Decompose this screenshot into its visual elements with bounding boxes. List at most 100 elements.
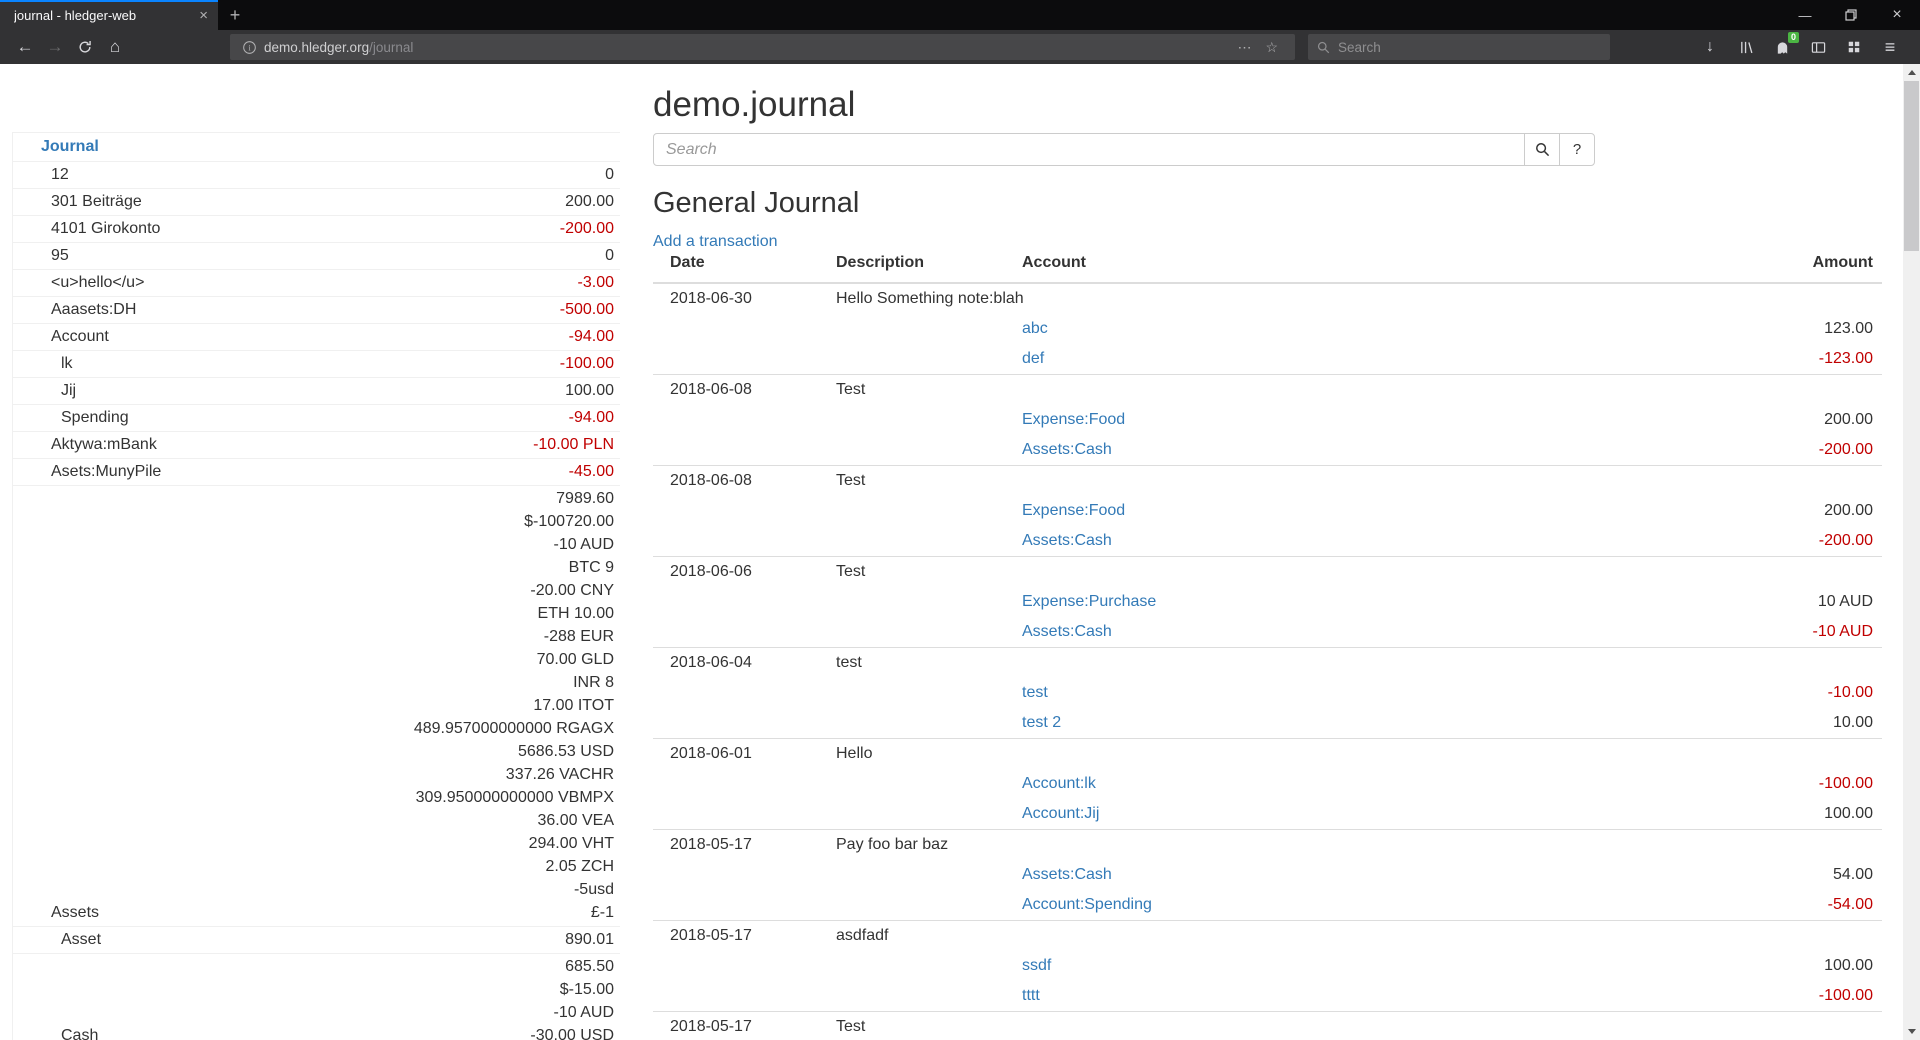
account-link[interactable]: Spending — [13, 407, 129, 429]
site-info-icon[interactable]: i — [240, 38, 258, 56]
transaction-date: 2018-06-06 — [670, 557, 836, 587]
posting-amount: 123.00 — [1824, 314, 1873, 344]
url-path: /journal — [369, 40, 413, 55]
transaction-row: 2018-06-06 Test Expense:Purchase 10 AUD … — [653, 556, 1882, 647]
main-content: demo.journal ? General Journal Add a tra… — [653, 64, 1882, 1040]
balance-amount: -10.00 PLN — [157, 433, 614, 456]
posting-amount: 100.00 — [1824, 799, 1873, 829]
posting-row: def -123.00 — [1022, 344, 1873, 374]
url-bar[interactable]: i demo.hledger.org/journal ⋯ ☆ — [230, 34, 1295, 60]
minimize-button[interactable]: — — [1782, 0, 1828, 30]
posting-account-link[interactable]: test — [1022, 678, 1828, 708]
maximize-button[interactable] — [1828, 0, 1874, 30]
posting-list: Expense:Purchase 10 AUD Assets:Cash -10 … — [670, 587, 1873, 647]
back-button[interactable]: ← — [10, 33, 40, 61]
sidebars-icon[interactable] — [1806, 35, 1830, 59]
account-link[interactable]: Asset — [13, 929, 101, 951]
tab-close-icon[interactable]: × — [199, 7, 208, 24]
account-balance-cell: 890.01 — [101, 928, 614, 951]
balance-amount: -94.00 — [109, 325, 614, 348]
scrollbar-thumb[interactable] — [1904, 81, 1919, 251]
browser-tab[interactable]: journal - hledger-web × — [0, 0, 218, 30]
account-link[interactable]: Aaasets:DH — [13, 299, 136, 321]
account-row: Jij 100.00 — [13, 378, 620, 405]
account-link[interactable]: Account — [13, 326, 109, 348]
posting-row: ssdf 100.00 — [1022, 951, 1873, 981]
search-input[interactable] — [653, 133, 1525, 166]
balance-amount: 2.05 ZCH — [99, 855, 614, 878]
apps-grid-icon[interactable] — [1842, 35, 1866, 59]
account-link[interactable]: Asets:MunyPile — [13, 461, 161, 483]
search-help-button[interactable]: ? — [1559, 133, 1595, 166]
new-tab-button[interactable]: + — [218, 0, 252, 30]
ghostery-extension-icon[interactable]: 0 — [1770, 35, 1794, 59]
account-link[interactable]: <u>hello</u> — [13, 272, 144, 294]
account-link[interactable]: Assets — [13, 902, 99, 924]
balance-amount: 0 — [69, 244, 614, 267]
account-link[interactable]: Cash — [13, 1025, 98, 1040]
tab-title: journal - hledger-web — [14, 8, 191, 23]
posting-account-link[interactable]: def — [1022, 344, 1819, 374]
tab-bar: journal - hledger-web × + — × — [0, 0, 1920, 30]
close-window-button[interactable]: × — [1874, 0, 1920, 30]
balance-amount: $-15.00 — [98, 978, 614, 1001]
balance-amount: -94.00 — [129, 406, 614, 429]
balance-amount: -288 EUR — [99, 625, 614, 648]
posting-row: Expense:Purchase 10 AUD — [1022, 587, 1873, 617]
scrollbar-down-arrow[interactable] — [1903, 1023, 1920, 1040]
account-link[interactable]: 4101 Girokonto — [13, 218, 160, 240]
posting-account-link[interactable]: Expense:Food — [1022, 405, 1824, 435]
posting-account-link[interactable]: tttt — [1022, 981, 1819, 1011]
balance-amount: 17.00 ITOT — [99, 694, 614, 717]
account-row: 4101 Girokonto -200.00 — [13, 216, 620, 243]
sidebar-journal-link[interactable]: Journal — [13, 133, 620, 162]
posting-account-link[interactable]: Expense:Food — [1022, 496, 1824, 526]
reload-button[interactable] — [70, 33, 100, 61]
posting-account-link[interactable]: Expense:Purchase — [1022, 587, 1818, 617]
posting-account-link[interactable]: Assets:Cash — [1022, 435, 1819, 465]
downloads-icon[interactable]: ↓ — [1698, 35, 1722, 59]
account-link[interactable]: Aktywa:mBank — [13, 434, 157, 456]
posting-account-link[interactable]: ssdf — [1022, 951, 1824, 981]
transaction-row: 2018-06-04 test test -10.00 test 2 10.00 — [653, 647, 1882, 738]
posting-account-link[interactable]: Assets:Cash — [1022, 526, 1819, 556]
account-balance-cell: 200.00 — [142, 190, 614, 213]
posting-amount: 200.00 — [1824, 405, 1873, 435]
posting-row: Account:Jij 100.00 — [1022, 799, 1873, 829]
menu-hamburger-icon[interactable]: ≡ — [1878, 35, 1902, 59]
account-row: Aaasets:DH -500.00 — [13, 297, 620, 324]
posting-account-link[interactable]: test 2 — [1022, 708, 1833, 738]
transaction-description: Test — [836, 557, 1873, 587]
page-actions-icon[interactable]: ⋯ — [1230, 39, 1258, 56]
account-link[interactable]: 12 — [13, 164, 69, 186]
add-transaction-link[interactable]: Add a transaction — [653, 232, 778, 252]
browser-search-field[interactable]: Search — [1308, 34, 1610, 60]
account-row: Asset 890.01 — [13, 927, 620, 954]
posting-account-link[interactable]: Assets:Cash — [1022, 617, 1813, 647]
transaction-list: 2018-06-30 Hello Something note:blah abc… — [653, 284, 1882, 1040]
posting-row: Account:lk -100.00 — [1022, 769, 1873, 799]
transaction-date: 2018-05-17 — [670, 921, 836, 951]
scrollbar-up-arrow[interactable] — [1903, 64, 1920, 81]
page-scrollbar[interactable] — [1903, 64, 1920, 1040]
account-balance-cell: -200.00 — [160, 217, 614, 240]
posting-account-link[interactable]: Account:Spending — [1022, 890, 1828, 920]
library-icon[interactable] — [1734, 35, 1758, 59]
account-link[interactable]: lk — [13, 353, 73, 375]
account-link[interactable]: 301 Beiträge — [13, 191, 142, 213]
posting-row: Assets:Cash -200.00 — [1022, 526, 1873, 556]
balance-amount: 890.01 — [101, 928, 614, 951]
posting-account-link[interactable]: abc — [1022, 314, 1824, 344]
posting-account-link[interactable]: Assets:Cash — [1022, 860, 1833, 890]
reload-icon — [78, 40, 92, 54]
posting-account-link[interactable]: Account:Jij — [1022, 799, 1824, 829]
home-button[interactable]: ⌂ — [100, 33, 130, 61]
search-submit-button[interactable] — [1524, 133, 1560, 166]
bookmark-star-icon[interactable]: ☆ — [1258, 39, 1285, 56]
posting-account-link[interactable]: Account:lk — [1022, 769, 1819, 799]
forward-button[interactable]: → — [40, 33, 70, 61]
account-link[interactable]: Jij — [13, 380, 76, 402]
account-link[interactable]: 95 — [13, 245, 69, 267]
transaction-head: 2018-05-17 asdfadf — [670, 921, 1873, 951]
browser-window: journal - hledger-web × + — × ← → ⌂ — [0, 0, 1920, 1040]
